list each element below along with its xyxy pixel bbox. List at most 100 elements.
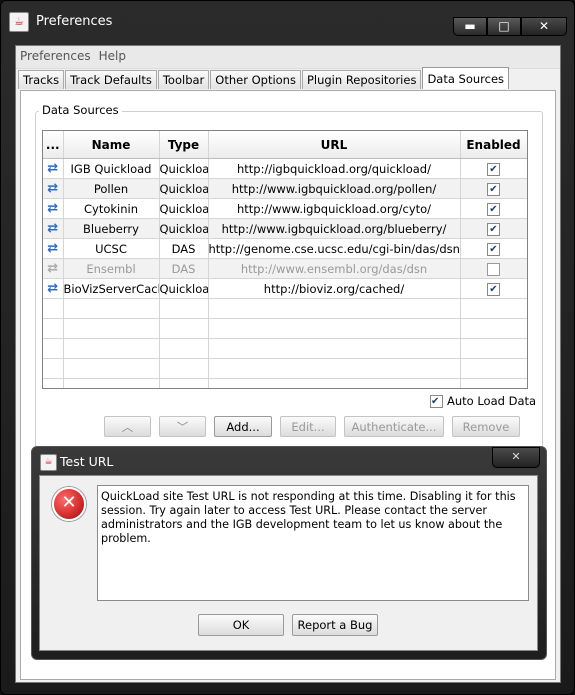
tab-data-sources[interactable]: Data Sources — [422, 67, 510, 89]
enabled-cell[interactable] — [460, 238, 527, 259]
source-url-cell[interactable]: http://www.igbquickload.org/blueberry/ — [208, 218, 461, 239]
dialog-title: Test URL — [60, 454, 114, 469]
enabled-cell[interactable] — [460, 278, 527, 299]
move-down-button[interactable]: ﹀ — [159, 416, 206, 437]
enabled-checkbox[interactable] — [487, 202, 500, 216]
menu-preferences[interactable]: Preferences — [16, 46, 95, 68]
refresh-cell[interactable]: ⇄ — [43, 158, 64, 179]
source-url-cell[interactable]: http://www.igbquickload.org/cyto/ — [208, 198, 461, 219]
move-up-button[interactable]: ︿ — [104, 416, 151, 437]
menubar: Preferences Help — [16, 46, 560, 69]
auto-load-checkbox[interactable] — [430, 394, 443, 408]
source-url-cell[interactable]: http://genome.cse.ucsc.edu/cgi-bin/das/d… — [208, 238, 461, 259]
refresh-cell[interactable]: ⇄ — [43, 278, 64, 299]
enabled-checkbox[interactable] — [487, 222, 500, 236]
refresh-cell[interactable]: ⇄ — [43, 238, 64, 259]
source-name-cell[interactable]: Blueberry — [63, 218, 160, 239]
add-button[interactable]: Add... — [214, 416, 272, 437]
source-name-cell[interactable]: UCSC — [63, 238, 160, 259]
empty-cell — [43, 378, 64, 388]
tab-tracks[interactable]: Tracks — [18, 70, 65, 89]
close-button[interactable]: ✕ — [521, 17, 567, 36]
source-type-cell[interactable]: Quickload — [159, 278, 209, 299]
refresh-icon[interactable]: ⇄ — [47, 281, 58, 296]
source-type-cell[interactable]: DAS — [159, 258, 209, 279]
dialog-buttons: OK Report a Bug — [198, 614, 378, 636]
dialog-close-button[interactable]: ✕ — [492, 447, 540, 468]
enabled-checkbox[interactable] — [487, 282, 500, 296]
minimize-button[interactable]: ▬ — [453, 17, 487, 36]
java-app-icon: ☕ — [9, 12, 29, 32]
report-bug-button[interactable]: Report a Bug — [292, 614, 378, 636]
refresh-cell[interactable]: ⇄ — [43, 218, 64, 239]
auto-load-data-option[interactable]: Auto Load Data — [430, 394, 536, 408]
table-row[interactable]: ⇄ PollenQuickloadhttp://www.igbquickload.… — [43, 178, 527, 199]
source-name-cell[interactable]: Cytokinin — [63, 198, 160, 219]
enabled-cell[interactable] — [460, 198, 527, 219]
refresh-cell[interactable]: ⇄ — [43, 258, 64, 279]
refresh-icon[interactable]: ⇄ — [47, 221, 58, 236]
ok-button[interactable]: OK — [198, 614, 284, 636]
enabled-checkbox[interactable] — [487, 242, 500, 256]
empty-cell — [63, 298, 160, 319]
tab-toolbar[interactable]: Toolbar — [157, 70, 210, 89]
refresh-icon[interactable]: ⇄ — [47, 161, 58, 176]
enabled-checkbox[interactable] — [487, 182, 500, 196]
source-type-cell[interactable]: Quickload — [159, 198, 209, 219]
remove-button[interactable]: Remove — [452, 416, 520, 437]
empty-table-row — [43, 378, 527, 388]
refresh-icon[interactable]: ⇄ — [47, 201, 58, 216]
empty-cell — [63, 378, 160, 388]
col-header-type[interactable]: Type — [159, 131, 209, 159]
authenticate-button[interactable]: Authenticate... — [344, 416, 444, 437]
source-name-cell[interactable]: Pollen — [63, 178, 160, 199]
edit-button[interactable]: Edit... — [280, 416, 336, 437]
table-row[interactable]: ⇄ BioVizServerCacheQuickloadhttp://bioviz… — [43, 278, 527, 299]
tab-plugin-repositories[interactable]: Plugin Repositories — [301, 70, 422, 89]
refresh-icon[interactable]: ⇄ — [47, 181, 58, 196]
col-header-refresh[interactable]: ... — [43, 131, 64, 159]
menu-help[interactable]: Help — [95, 46, 130, 68]
col-header-enabled[interactable]: Enabled — [460, 131, 527, 159]
source-name-cell[interactable]: IGB Quickload — [63, 158, 160, 179]
source-url-cell[interactable]: http://www.ensembl.org/das/dsn — [208, 258, 461, 279]
enabled-cell[interactable] — [460, 158, 527, 179]
source-type-cell[interactable]: Quickload — [159, 218, 209, 239]
maximize-button[interactable]: □ — [487, 17, 521, 36]
empty-cell — [208, 378, 461, 388]
source-type-cell[interactable]: Quickload — [159, 178, 209, 199]
enabled-checkbox[interactable] — [487, 262, 500, 276]
empty-cell — [43, 358, 64, 379]
col-header-url[interactable]: URL — [208, 131, 461, 159]
table-row[interactable]: ⇄ IGB QuickloadQuickloadhttp://igbquicklo… — [43, 158, 527, 179]
table-row[interactable]: ⇄ Ensembl DAS http://www.ensembl.org/das/ds… — [43, 258, 527, 279]
table-row[interactable]: ⇄ UCSC DAS http://genome.cse.ucsc.edu/cgi-b… — [43, 238, 527, 259]
source-type-cell[interactable]: Quickload — [159, 158, 209, 179]
source-type-cell[interactable]: DAS — [159, 238, 209, 259]
enabled-checkbox[interactable] — [487, 162, 500, 176]
preferences-window: ☕ Preferences ▬ □ ✕ Preferences Help Tra… — [0, 0, 575, 695]
refresh-cell[interactable]: ⇄ — [43, 178, 64, 199]
enabled-cell[interactable] — [460, 258, 527, 279]
source-name-cell[interactable]: Ensembl — [63, 258, 160, 279]
table-row[interactable]: ⇄ BlueberryQuickloadhttp://www.igbquicklo… — [43, 218, 527, 239]
enabled-cell[interactable] — [460, 218, 527, 239]
empty-cell — [43, 298, 64, 319]
empty-cell — [460, 298, 527, 319]
source-url-cell[interactable]: http://www.igbquickload.org/pollen/ — [208, 178, 461, 199]
empty-cell — [460, 358, 527, 379]
empty-cell — [63, 338, 160, 359]
empty-cell — [208, 298, 461, 319]
empty-table-row — [43, 318, 527, 339]
source-name-cell[interactable]: BioVizServerCache — [63, 278, 160, 299]
source-url-cell[interactable]: http://igbquickload.org/quickload/ — [208, 158, 461, 179]
tab-track-defaults[interactable]: Track Defaults — [65, 70, 157, 89]
col-header-name[interactable]: Name — [63, 131, 160, 159]
tab-other-options[interactable]: Other Options — [210, 70, 301, 89]
refresh-cell[interactable]: ⇄ — [43, 198, 64, 219]
refresh-icon[interactable]: ⇄ — [47, 261, 58, 276]
source-url-cell[interactable]: http://bioviz.org/cached/ — [208, 278, 461, 299]
table-row[interactable]: ⇄ CytokininQuickloadhttp://www.igbquicklo… — [43, 198, 527, 219]
refresh-icon[interactable]: ⇄ — [47, 241, 58, 256]
enabled-cell[interactable] — [460, 178, 527, 199]
